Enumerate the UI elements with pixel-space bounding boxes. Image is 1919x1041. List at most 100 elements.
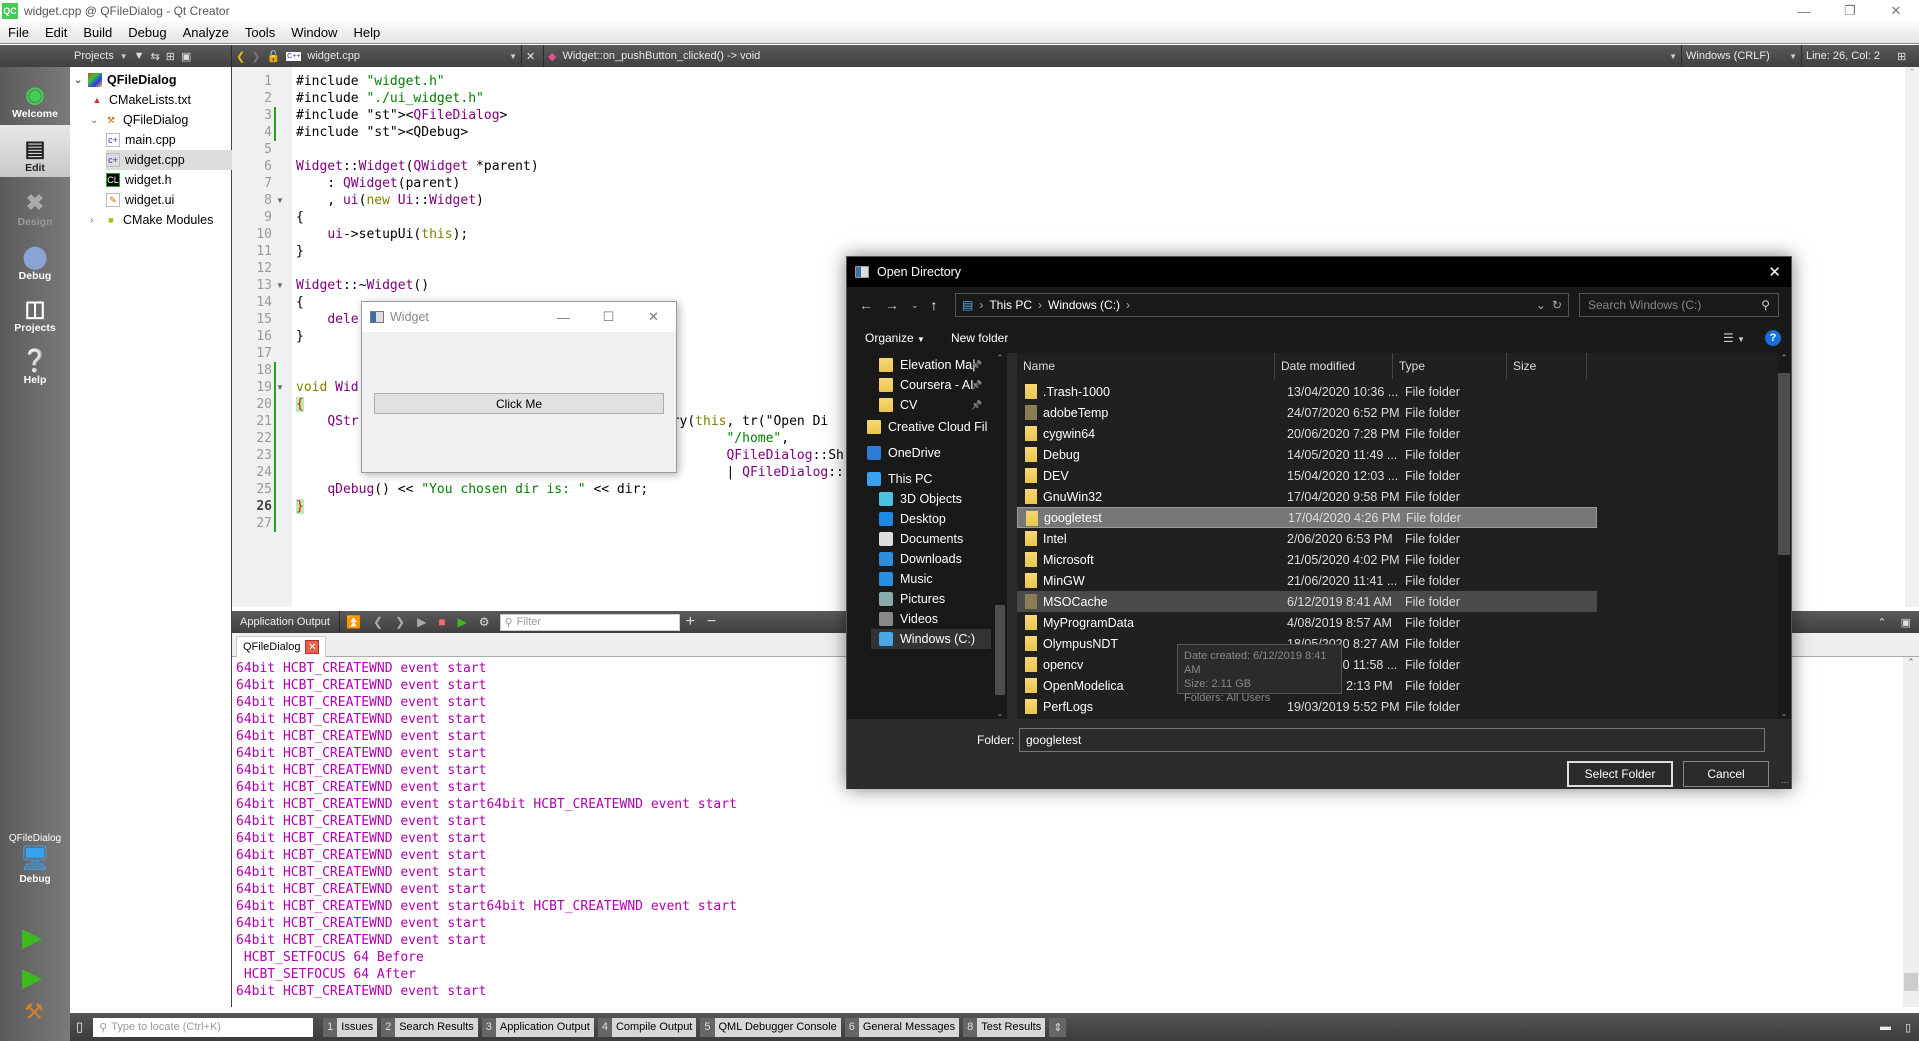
menu-build[interactable]: Build — [75, 25, 120, 40]
scroll-up-icon[interactable]: ⌃ — [1903, 657, 1919, 668]
close-pane-icon[interactable]: ▣ — [181, 50, 191, 63]
chevron-down-icon[interactable]: ▼ — [1789, 52, 1797, 61]
file-row[interactable]: googletest 17/04/2020 4:26 PM File folder — [1017, 507, 1597, 528]
editor-scrollbar[interactable]: ⌃ — [1905, 67, 1919, 607]
code-line[interactable]: , ui(new Ui::Widget) — [296, 192, 484, 209]
code-line[interactable]: #include "./ui_widget.h" — [296, 90, 484, 107]
scrollbar-thumb[interactable] — [1778, 373, 1790, 555]
debug-run-button[interactable]: ▶ — [22, 962, 42, 993]
file-row[interactable]: MSOCache 6/12/2019 8:41 AM File folder — [1017, 591, 1597, 612]
scroll-up-icon[interactable]: ⌃ — [1905, 67, 1919, 78]
tree-item-cmakelists[interactable]: ▲ CMakeLists.txt — [90, 90, 191, 110]
file-row[interactable]: MyProgramData 4/08/2019 8:57 AM File folde… — [1017, 612, 1597, 633]
nav-item[interactable]: Music — [879, 569, 933, 589]
chevron-down-icon[interactable]: ▼ — [120, 52, 128, 61]
cursor-position[interactable]: Line: 26, Col: 2 — [1802, 45, 1897, 67]
close-icon[interactable]: ✕ — [526, 50, 535, 63]
split-editor-icon[interactable]: ⊞ — [1897, 50, 1906, 63]
view-options-icon[interactable]: ☰ ▼ — [1723, 331, 1745, 345]
code-line[interactable]: Widget::Widget(QWidget *parent) — [296, 158, 539, 175]
scroll-up-icon[interactable]: ⌃ — [1777, 353, 1791, 364]
output-filter-input[interactable]: ⚲ Filter — [499, 613, 680, 631]
column-header-size[interactable]: Size — [1507, 353, 1587, 379]
maximize-pane-icon[interactable]: ⌃ — [1877, 616, 1886, 629]
forward-arrow-icon[interactable]: → — [885, 297, 899, 313]
toggle-right-sidebar-icon[interactable]: ▯ — [1905, 1021, 1911, 1034]
tree-item-widget-h[interactable]: CL widget.h — [106, 170, 172, 190]
folder-name-input[interactable]: googletest — [1019, 728, 1765, 752]
tree-item-widget-cpp[interactable]: c+ widget.cpp — [106, 150, 232, 170]
file-row[interactable]: Intel 2/06/2020 6:53 PM File folder — [1017, 528, 1597, 549]
menu-file[interactable]: File — [0, 25, 37, 40]
mode-design[interactable]: ✖ Design — [0, 179, 70, 231]
code-line[interactable]: qDebug() << "You chosen dir is: " << dir… — [296, 481, 648, 498]
code-line[interactable]: void Wid — [296, 379, 359, 396]
mode-edit[interactable]: ▤ Edit — [0, 125, 70, 177]
code-line[interactable]: } — [296, 328, 304, 345]
help-icon[interactable]: ? — [1765, 330, 1781, 346]
line-ending-label[interactable]: Windows (CRLF) — [1686, 50, 1770, 62]
back-arrow-icon[interactable]: ❮ — [236, 50, 245, 63]
fold-marker-icon[interactable]: ▼ — [276, 196, 284, 205]
file-row[interactable]: GnuWin32 17/04/2020 9:58 PM File folder — [1017, 486, 1597, 507]
previous-item-icon[interactable]: ❮ — [373, 615, 383, 629]
nav-item[interactable]: This PC — [867, 469, 932, 489]
tree-item-target[interactable]: ⌄ ⚒ QFileDialog — [90, 110, 188, 130]
attach-debugger-icon[interactable]: ▶ — [458, 615, 467, 629]
link-icon[interactable]: ⇆ — [151, 50, 160, 63]
navigation-pane[interactable]: ⌃ ⌄ Elevation Ma| 📌 Coursera - AI 📌 CV 📌 Creat… — [847, 353, 1007, 719]
dialog-close-button[interactable]: ✕ — [1768, 263, 1781, 281]
nav-item[interactable]: CV 📌 — [879, 395, 982, 415]
code-line[interactable]: : QWidget(parent) — [296, 175, 460, 192]
tree-item-project[interactable]: ⌄ QFileDialog — [74, 70, 176, 90]
breadcrumb-this-pc[interactable]: This PC — [989, 298, 1032, 312]
nav-scrollbar[interactable]: ⌃ ⌄ — [993, 353, 1007, 719]
chevron-down-icon[interactable]: ▼ — [1669, 52, 1677, 61]
fold-marker-icon[interactable]: ▼ — [276, 281, 284, 290]
menu-window[interactable]: Window — [283, 25, 345, 40]
chevron-down-icon[interactable]: ⌄ — [90, 115, 102, 126]
minimize-button[interactable]: — — [541, 302, 586, 332]
close-tab-icon[interactable]: ✕ — [305, 640, 320, 654]
code-line[interactable]: } — [296, 498, 304, 515]
clear-output-icon[interactable]: ⏫ — [346, 615, 361, 629]
pane-button-application-output[interactable]: 3 Application Output — [481, 1017, 594, 1037]
nav-item[interactable]: Downloads — [879, 549, 962, 569]
scroll-down-icon[interactable]: ⌄ — [993, 708, 1007, 719]
breadcrumb-separator-icon[interactable]: › — [1126, 298, 1130, 312]
chevron-right-icon[interactable]: › — [90, 215, 102, 226]
file-row[interactable]: Microsoft 21/05/2020 4:02 PM File folder — [1017, 549, 1597, 570]
zoom-out-icon[interactable]: − — [707, 613, 716, 631]
mode-welcome[interactable]: ◉ Welcome — [0, 71, 70, 123]
fold-marker-icon[interactable]: ▼ — [276, 383, 284, 392]
kit-selector[interactable]: QFileDialog 🖥 Debug — [0, 833, 70, 885]
toggle-sidebar-icon[interactable]: ▯ — [76, 1019, 83, 1035]
output-scrollbar[interactable]: ⌃ — [1903, 657, 1919, 1007]
hide-pane-icon[interactable]: ▣ — [1901, 616, 1911, 629]
code-line[interactable]: { — [296, 294, 304, 311]
mode-debug[interactable]: ⬤ Debug — [0, 233, 70, 285]
column-header-name[interactable]: Name ⌃ — [1017, 353, 1275, 379]
code-line[interactable]: } — [296, 243, 304, 260]
menu-analyze[interactable]: Analyze — [175, 25, 237, 40]
nav-item[interactable]: Creative Cloud Fil — [867, 417, 987, 437]
nav-item[interactable]: OneDrive — [867, 443, 941, 463]
nav-item[interactable]: Coursera - AI 📌 — [879, 375, 982, 395]
up-arrow-icon[interactable]: ↑ — [931, 297, 938, 313]
recent-locations-icon[interactable]: ⌄ — [911, 300, 919, 311]
tree-item-widget-ui[interactable]: ✎ widget.ui — [106, 190, 174, 210]
cursor-position-label[interactable]: Line: 26, Col: 2 — [1806, 50, 1880, 62]
progress-details-icon[interactable]: ▬ — [1880, 1021, 1891, 1033]
symbol-selector[interactable]: ◆ Widget::on_pushButton_clicked() -> voi… — [544, 45, 1682, 67]
search-box[interactable]: Search Windows (C:) ⚲ — [1579, 293, 1779, 317]
menu-edit[interactable]: Edit — [37, 25, 75, 40]
mode-projects[interactable]: ◫ Projects — [0, 285, 70, 337]
pane-button-qml-debugger-console[interactable]: 5 QML Debugger Console — [700, 1017, 841, 1037]
code-line[interactable]: #include "st"><QFileDialog> — [296, 107, 507, 124]
search-icon[interactable]: ⚲ — [1761, 298, 1770, 312]
file-list[interactable]: Name ⌃ Date modified Type Size .Trash-100… — [1017, 353, 1777, 719]
file-row[interactable]: DEV 15/04/2020 12:03 ... File folder — [1017, 465, 1597, 486]
code-line[interactable]: { — [296, 209, 304, 226]
minimize-button[interactable]: — — [1781, 0, 1827, 22]
next-item-icon[interactable]: ❯ — [395, 615, 405, 629]
